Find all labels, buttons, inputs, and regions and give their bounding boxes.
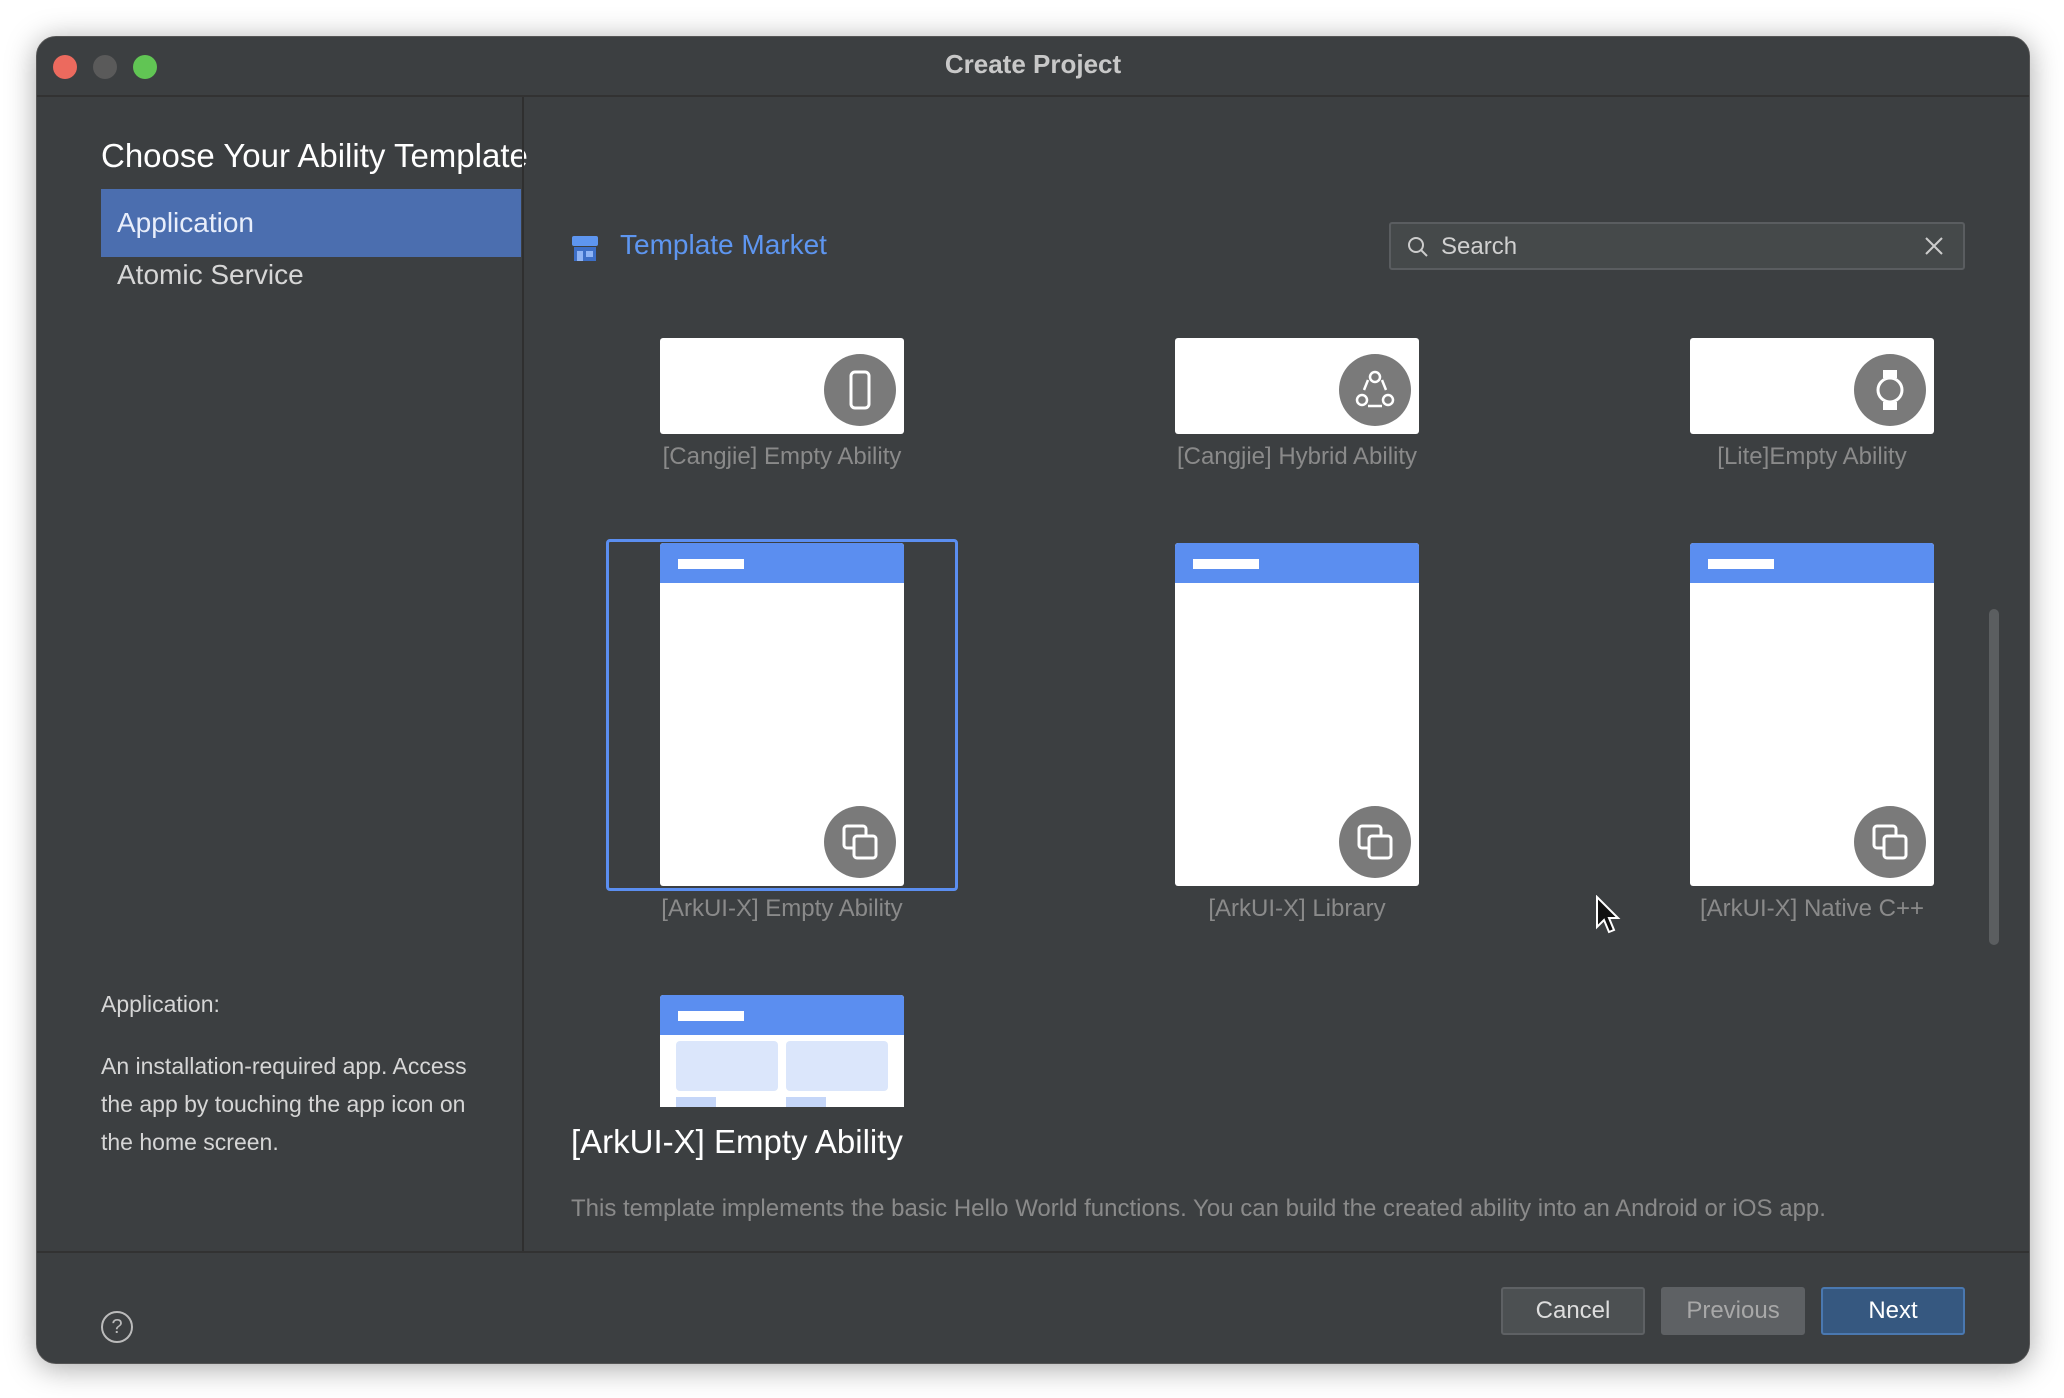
template-card-arkuix-library[interactable] (1175, 543, 1419, 886)
cross-platform-icon (1339, 806, 1411, 878)
previous-button[interactable]: Previous (1661, 1287, 1805, 1335)
template-detail-description: This template implements the basic Hello… (571, 1195, 1826, 1222)
template-label: [Cangjie] Hybrid Ability (1176, 443, 1418, 470)
next-button[interactable]: Next (1821, 1287, 1965, 1335)
template-card-lite-empty[interactable] (1690, 338, 1934, 434)
create-project-window: Create Project Choose Your Ability Templ… (36, 36, 2030, 1364)
dialog-footer: ? Cancel Previous Next (37, 1251, 2029, 1363)
template-market-link[interactable]: Template Market (620, 229, 827, 261)
watch-icon (1854, 354, 1926, 426)
title-bar: Create Project (37, 37, 2029, 97)
template-card-partial[interactable] (660, 995, 904, 1107)
store-icon (572, 236, 598, 261)
template-label: [Cangjie] Empty Ability (662, 443, 902, 470)
description-body: An installation-required app. Access the… (101, 1053, 467, 1155)
help-icon[interactable]: ? (101, 1311, 133, 1343)
template-card-cangjie-empty[interactable] (660, 338, 904, 434)
template-label: [ArkUI-X] Empty Ability (661, 895, 903, 922)
cancel-button[interactable]: Cancel (1501, 1287, 1645, 1335)
template-card-cangjie-hybrid[interactable] (1175, 338, 1419, 434)
template-grid-scrollbar[interactable] (1989, 609, 1999, 945)
template-label: [ArkUI-X] Library (1208, 895, 1386, 922)
search-box (1389, 222, 1965, 270)
cross-platform-icon (1854, 806, 1926, 878)
sidebar-item-atomic-service[interactable]: Atomic Service (101, 241, 521, 309)
template-card-arkuix-native-cpp[interactable] (1690, 543, 1934, 886)
search-icon (1408, 237, 1428, 257)
description-title: Application: (101, 991, 220, 1017)
template-detail-title: [ArkUI-X] Empty Ability (571, 1123, 903, 1160)
phone-icon (824, 354, 896, 426)
template-label: [Lite]Empty Ability (1717, 443, 1907, 470)
template-card-arkuix-empty[interactable] (660, 543, 904, 886)
search-input[interactable] (1439, 228, 1903, 266)
template-label: [ArkUI-X] Native C++ (1699, 895, 1925, 922)
hybrid-icon (1339, 354, 1411, 426)
mouse-cursor-icon (1596, 895, 1621, 934)
sidebar: Application Atomic Service Application: … (37, 97, 524, 1287)
clear-search-icon[interactable] (1923, 235, 1945, 257)
window-title: Create Project (944, 49, 1122, 79)
template-grid: [Cangjie] Empty Ability [Cangjie] Hybrid… (523, 302, 2003, 1122)
cross-platform-icon (824, 806, 896, 878)
